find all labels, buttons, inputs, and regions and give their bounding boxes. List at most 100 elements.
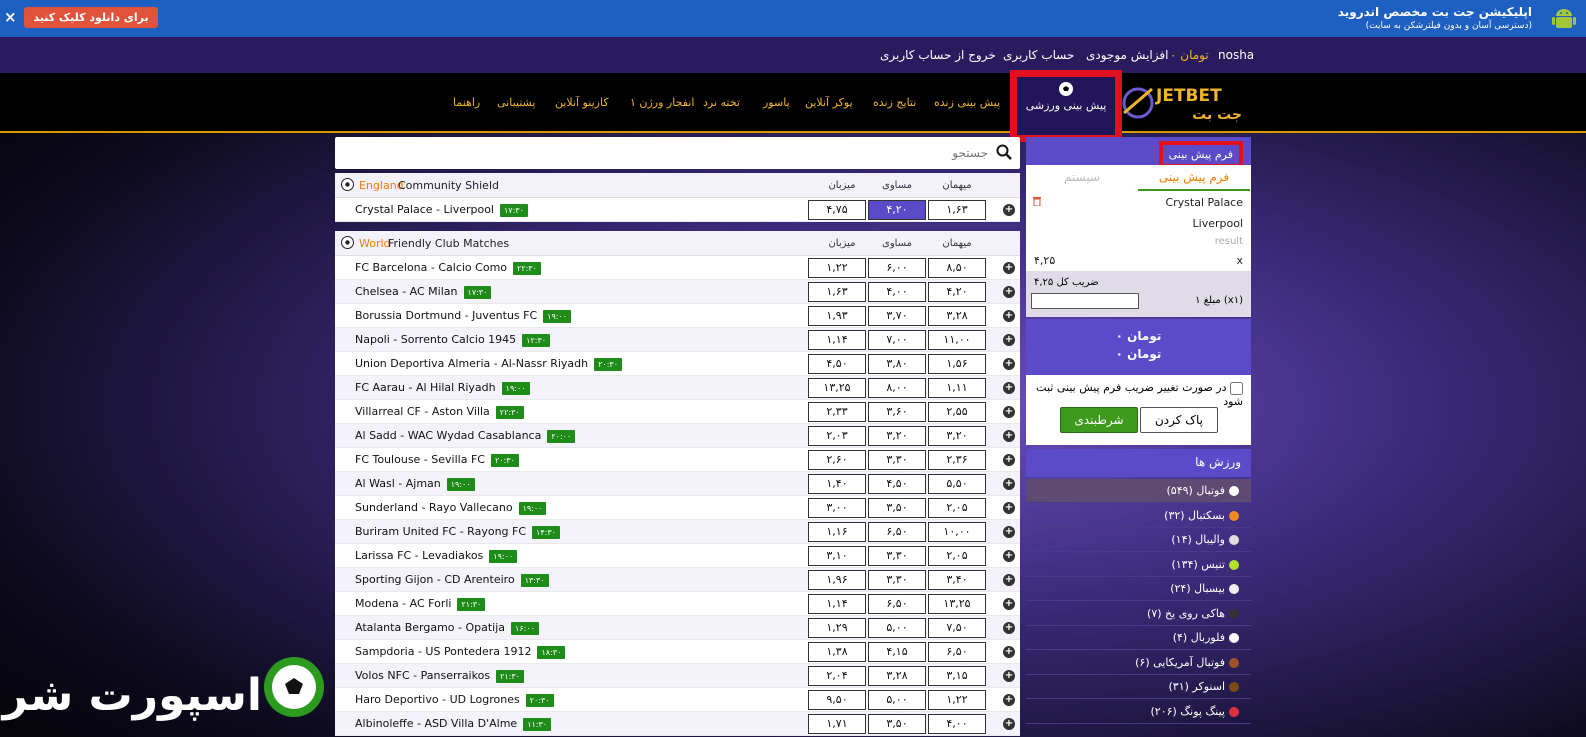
odd-draw-button[interactable]: ۳,۷۰ bbox=[868, 306, 926, 326]
sport-item[interactable]: فلوربال (۴) bbox=[1026, 626, 1251, 650]
match-teams[interactable]: FC Aarau - Al Hilal Riyadh ۱۹:۰۰ bbox=[355, 381, 530, 395]
odd-draw-button[interactable]: ۶,۵۰ bbox=[868, 522, 926, 542]
odd-away-button[interactable]: ۱,۹۶ bbox=[808, 570, 866, 590]
odd-draw-button[interactable]: ۳,۲۸ bbox=[868, 666, 926, 686]
nav-online-casino[interactable]: کازینو آنلاین bbox=[555, 96, 609, 109]
more-markets-icon[interactable]: + bbox=[1003, 430, 1015, 442]
match-teams[interactable]: Al Sadd - WAC Wydad Casablanca ۲۰:۰۰ bbox=[355, 429, 576, 443]
odd-away-button[interactable]: ۱,۱۴ bbox=[808, 330, 866, 350]
odd-home-button[interactable]: ۱,۵۶ bbox=[928, 354, 986, 374]
odd-draw-button[interactable]: ۶,۵۰ bbox=[868, 594, 926, 614]
more-markets-icon[interactable]: + bbox=[1003, 286, 1015, 298]
more-markets-icon[interactable]: + bbox=[1003, 204, 1015, 216]
odd-draw-button[interactable]: ۵,۰۰ bbox=[868, 690, 926, 710]
odd-draw-button[interactable]: ۳,۶۰ bbox=[868, 402, 926, 422]
nav-sport-betting[interactable]: پیش بینی ورزشی bbox=[1010, 70, 1122, 142]
nav-live-betting[interactable]: پیش بینی زنده bbox=[934, 96, 1000, 109]
more-markets-icon[interactable]: + bbox=[1003, 670, 1015, 682]
search-input[interactable]: جستجو bbox=[952, 146, 988, 160]
sport-item[interactable]: فوتبال آمریکایی (۶) bbox=[1026, 651, 1251, 675]
odd-draw-button[interactable]: ۳,۵۰ bbox=[868, 498, 926, 518]
odd-away-button[interactable]: ۲,۰۴ bbox=[808, 666, 866, 686]
more-markets-icon[interactable]: + bbox=[1003, 382, 1015, 394]
odd-home-button[interactable]: ۴,۲۰ bbox=[928, 282, 986, 302]
odd-away-button[interactable]: ۱۳,۲۵ bbox=[808, 378, 866, 398]
match-teams[interactable]: Villarreal CF - Aston Villa ۲۲:۳۰ bbox=[355, 405, 524, 419]
odd-home-button[interactable]: ۶,۵۰ bbox=[928, 642, 986, 662]
nav-pasur[interactable]: پاسور bbox=[763, 96, 790, 109]
sport-item[interactable]: بیسبال (۲۴) bbox=[1026, 577, 1251, 601]
search-bar[interactable]: جستجو bbox=[335, 137, 1020, 169]
nav-backgammon[interactable]: تخته نرد bbox=[703, 96, 740, 109]
odd-away-button[interactable]: ۲,۳۳ bbox=[808, 402, 866, 422]
more-markets-icon[interactable]: + bbox=[1003, 358, 1015, 370]
odd-home-button[interactable]: ۲,۳۶ bbox=[928, 450, 986, 470]
sport-item[interactable]: تنیس (۱۳۴) bbox=[1026, 553, 1251, 577]
jetbet-logo[interactable]: JETBET جت بت bbox=[1122, 79, 1246, 123]
odd-away-button[interactable]: ۱,۳۸ bbox=[808, 642, 866, 662]
bet-slip-title[interactable]: فرم پیش بینی bbox=[1158, 141, 1243, 168]
odd-draw-button[interactable]: ۴,۲۰ bbox=[868, 200, 926, 220]
match-teams[interactable]: Napoli - Sorrento Calcio 1945 ۱۲:۳۰ bbox=[355, 333, 551, 347]
odd-home-button[interactable]: ۸,۵۰ bbox=[928, 258, 986, 278]
close-icon[interactable]: × bbox=[4, 8, 17, 26]
odd-away-button[interactable]: ۱,۱۴ bbox=[808, 594, 866, 614]
match-teams[interactable]: Volos NFC - Panserraikos ۲۱:۳۰ bbox=[355, 669, 524, 683]
odd-away-button[interactable]: ۱,۷۱ bbox=[808, 714, 866, 734]
match-teams[interactable]: Atalanta Bergamo - Opatija ۱۶:۰۰ bbox=[355, 621, 539, 635]
odd-away-button[interactable]: ۳,۱۰ bbox=[808, 546, 866, 566]
odd-home-button[interactable]: ۳,۱۵ bbox=[928, 666, 986, 686]
download-button[interactable]: برای دانلود کلیک کنید bbox=[24, 7, 158, 28]
sport-item[interactable]: هاکی روی یخ (۷) bbox=[1026, 602, 1251, 626]
odd-home-button[interactable]: ۱۰,۰۰ bbox=[928, 522, 986, 542]
odd-draw-button[interactable]: ۳,۳۰ bbox=[868, 546, 926, 566]
odd-draw-button[interactable]: ۸,۰۰ bbox=[868, 378, 926, 398]
odd-draw-button[interactable]: ۳,۲۰ bbox=[868, 426, 926, 446]
sports-header[interactable]: ورزش ها bbox=[1026, 449, 1251, 477]
match-teams[interactable]: Al Wasl - Ajman ۱۹:۰۰ bbox=[355, 477, 475, 491]
more-markets-icon[interactable]: + bbox=[1003, 694, 1015, 706]
odd-draw-button[interactable]: ۳,۸۰ bbox=[868, 354, 926, 374]
odd-draw-button[interactable]: ۳,۳۰ bbox=[868, 450, 926, 470]
odd-draw-button[interactable]: ۳,۵۰ bbox=[868, 714, 926, 734]
odd-away-button[interactable]: ۱,۱۶ bbox=[808, 522, 866, 542]
tab-bet-form[interactable]: فرم پیش بینی bbox=[1138, 170, 1250, 191]
more-markets-icon[interactable]: + bbox=[1003, 550, 1015, 562]
odd-away-button[interactable]: ۴,۵۰ bbox=[808, 354, 866, 374]
more-markets-icon[interactable]: + bbox=[1003, 526, 1015, 538]
odd-home-button[interactable]: ۱۱,۰۰ bbox=[928, 330, 986, 350]
more-markets-icon[interactable]: + bbox=[1003, 454, 1015, 466]
match-teams[interactable]: Haro Deportivo - UD Logrones ۲۰:۳۰ bbox=[355, 693, 554, 707]
odd-away-button[interactable]: ۳,۰۰ bbox=[808, 498, 866, 518]
match-teams[interactable]: Buriram United FC - Rayong FC ۱۴:۳۰ bbox=[355, 525, 560, 539]
odd-away-button[interactable]: ۲,۶۰ bbox=[808, 450, 866, 470]
sport-item[interactable]: پینگ پونگ (۲۰۶) bbox=[1026, 700, 1251, 724]
accept-odds-checkbox[interactable] bbox=[1230, 381, 1243, 395]
odd-home-button[interactable]: ۵,۵۰ bbox=[928, 474, 986, 494]
odd-home-button[interactable]: ۳,۲۸ bbox=[928, 306, 986, 326]
odd-draw-button[interactable]: ۵,۰۰ bbox=[868, 618, 926, 638]
more-markets-icon[interactable]: + bbox=[1003, 598, 1015, 610]
odd-draw-button[interactable]: ۷,۰۰ bbox=[868, 330, 926, 350]
odd-draw-button[interactable]: ۳,۳۰ bbox=[868, 570, 926, 590]
odd-away-button[interactable]: ۱,۶۳ bbox=[808, 282, 866, 302]
odd-away-button[interactable]: ۹,۵۰ bbox=[808, 690, 866, 710]
search-icon[interactable] bbox=[996, 144, 1012, 160]
odd-home-button[interactable]: ۳,۲۰ bbox=[928, 426, 986, 446]
odd-home-button[interactable]: ۲,۰۵ bbox=[928, 546, 986, 566]
nav-guide[interactable]: راهنما bbox=[453, 96, 480, 109]
nav-support[interactable]: پشتیبانی bbox=[497, 96, 535, 109]
odd-home-button[interactable]: ۳,۴۰ bbox=[928, 570, 986, 590]
nav-online-poker[interactable]: پوکر آنلاین bbox=[805, 96, 853, 109]
sport-item[interactable]: والیبال (۱۴) bbox=[1026, 528, 1251, 552]
more-markets-icon[interactable]: + bbox=[1003, 502, 1015, 514]
sport-item[interactable]: اسنوکر (۳۱) bbox=[1026, 675, 1251, 699]
more-markets-icon[interactable]: + bbox=[1003, 478, 1015, 490]
odd-away-button[interactable]: ۲,۰۳ bbox=[808, 426, 866, 446]
sport-item[interactable]: بسکتبال (۳۲) bbox=[1026, 504, 1251, 528]
logout-link[interactable]: خروج از حساب کاربری bbox=[880, 48, 996, 62]
odd-home-button[interactable]: ۴,۰۰ bbox=[928, 714, 986, 734]
odd-away-button[interactable]: ۱,۲۲ bbox=[808, 258, 866, 278]
odd-home-button[interactable]: ۱,۱۱ bbox=[928, 378, 986, 398]
more-markets-icon[interactable]: + bbox=[1003, 262, 1015, 274]
